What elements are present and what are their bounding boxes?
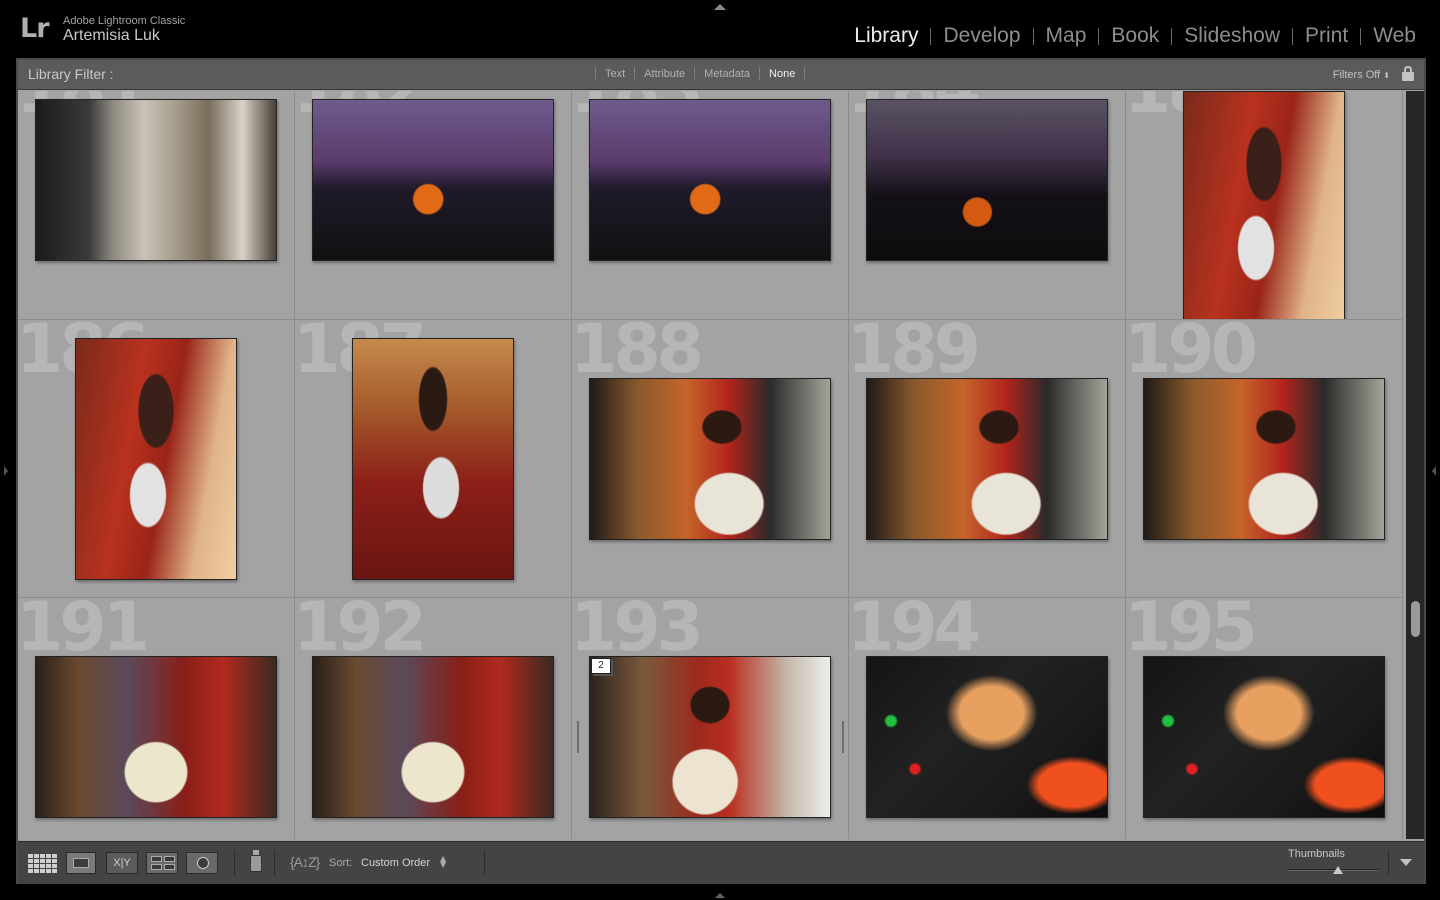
photo-thumbnail[interactable]: [35, 656, 277, 818]
grid-cell[interactable]: 193 2: [572, 598, 849, 839]
sort-direction-icon[interactable]: {A↕Z}: [290, 854, 320, 870]
library-main-panel: Library Filter : Text Attribute Metadata…: [16, 58, 1426, 884]
grid-cell[interactable]: 181: [18, 91, 295, 320]
app-name: Adobe Lightroom Classic: [63, 15, 186, 27]
photo-thumbnail[interactable]: [866, 99, 1108, 261]
chevron-updown-icon: ⬍: [1383, 71, 1390, 80]
grid-cell[interactable]: 185: [1126, 91, 1403, 320]
filter-separator: [804, 67, 806, 80]
toolbar-separator: [274, 850, 275, 876]
photo-thumbnail[interactable]: [35, 99, 277, 261]
grid-view-icon[interactable]: [28, 852, 58, 874]
stack-collapse-handle[interactable]: [577, 721, 579, 753]
grid-cell[interactable]: 188: [572, 320, 849, 598]
cell-index-number: 188: [572, 320, 704, 389]
sort-label: Sort:: [329, 857, 353, 869]
grid-cell[interactable]: 186: [18, 320, 295, 598]
lightroom-logo: Lr: [20, 13, 50, 44]
thumbnails-size-label: Thumbnails: [1288, 848, 1345, 860]
grid-cell[interactable]: 189: [849, 320, 1126, 598]
filter-presets-dropdown[interactable]: Filters Off ⬍: [1333, 69, 1390, 81]
grid-cell[interactable]: 192: [295, 598, 572, 839]
photo-thumbnail[interactable]: [1143, 656, 1385, 818]
library-filter-label: Library Filter :: [28, 66, 114, 82]
scrollbar-thumb[interactable]: [1411, 601, 1420, 637]
photo-thumbnail[interactable]: [312, 656, 554, 818]
grid-cell[interactable]: 190: [1126, 320, 1403, 598]
people-view-icon[interactable]: [186, 852, 218, 874]
filter-tabs: Text Attribute Metadata None: [595, 67, 806, 80]
filter-tab-none[interactable]: None: [760, 68, 804, 80]
toolbar-separator: [234, 850, 235, 876]
toolbar-separator: [484, 850, 485, 876]
cell-index-number: 195: [1126, 598, 1258, 667]
photo-thumbnail[interactable]: [866, 378, 1108, 540]
photo-thumbnail[interactable]: [1143, 378, 1385, 540]
grid-scrollbar[interactable]: [1406, 91, 1424, 839]
loupe-view-icon[interactable]: [66, 852, 96, 874]
cell-index-number: 191: [18, 598, 150, 667]
lightroom-window: Lr Adobe Lightroom Classic Artemisia Luk…: [0, 0, 1440, 900]
photo-thumbnail[interactable]: [1183, 91, 1345, 319]
left-panel-toggle-icon[interactable]: [4, 466, 8, 476]
thumbnail-size-slider-knob[interactable]: [1332, 866, 1343, 874]
library-toolbar: X|Y {A↕Z} Sort: Custom Order ▲ ▼ Thumbnai…: [18, 841, 1424, 884]
grid-cell[interactable]: 183: [572, 91, 849, 320]
toolbar-separator: [1388, 850, 1389, 876]
photo-thumbnail[interactable]: [589, 378, 831, 540]
module-library[interactable]: Library: [842, 24, 930, 48]
thumbnail-grid: 181182183184185 186187188 189 190 191 192 1932…: [18, 91, 1404, 839]
photo-thumbnail[interactable]: [589, 656, 831, 818]
grid-cell[interactable]: 182: [295, 91, 572, 320]
grid-cell[interactable]: 194: [849, 598, 1126, 839]
photo-thumbnail[interactable]: [589, 99, 831, 261]
right-panel-toggle-icon[interactable]: [1432, 466, 1436, 476]
cell-index-number: 189: [849, 320, 981, 389]
module-book[interactable]: Book: [1099, 24, 1171, 48]
sort-order-dropdown[interactable]: Custom Order: [361, 857, 430, 869]
cell-index-number: 194: [849, 598, 981, 667]
photo-thumbnail[interactable]: [352, 338, 514, 580]
compare-view-icon[interactable]: X|Y: [106, 852, 138, 874]
module-slideshow[interactable]: Slideshow: [1172, 24, 1292, 48]
cell-index-number: 192: [295, 598, 427, 667]
module-picker: Library Develop Map Book Slideshow Print…: [842, 24, 1428, 48]
filter-tab-text[interactable]: Text: [596, 68, 634, 80]
module-print[interactable]: Print: [1293, 24, 1360, 48]
painter-spray-can-icon[interactable]: [250, 850, 262, 874]
photo-thumbnail[interactable]: [75, 338, 237, 580]
grid-cell[interactable]: 184: [849, 91, 1126, 320]
module-map[interactable]: Map: [1034, 24, 1099, 48]
photo-thumbnail[interactable]: [312, 99, 554, 261]
toolbar-content-menu-icon[interactable]: [1400, 859, 1412, 866]
stack-collapse-handle[interactable]: [842, 721, 844, 753]
module-web[interactable]: Web: [1361, 24, 1428, 48]
chevron-updown-icon[interactable]: ▲ ▼: [440, 855, 446, 869]
grid-cell[interactable]: 195: [1126, 598, 1403, 839]
module-develop[interactable]: Develop: [931, 24, 1032, 48]
identity-plate-name: Artemisia Luk: [63, 27, 160, 44]
bottom-panel-toggle-icon[interactable]: [715, 893, 725, 898]
grid-cell[interactable]: 187: [295, 320, 572, 598]
photo-thumbnail[interactable]: [866, 656, 1108, 818]
stack-count-badge[interactable]: 2: [591, 658, 611, 674]
library-filter-bar: Library Filter : Text Attribute Metadata…: [18, 60, 1424, 90]
cell-index-number: 190: [1126, 320, 1258, 389]
top-panel-toggle-icon[interactable]: [714, 4, 726, 10]
filter-tab-attribute[interactable]: Attribute: [635, 68, 694, 80]
lock-icon[interactable]: [1402, 66, 1414, 81]
filter-tab-metadata[interactable]: Metadata: [695, 68, 759, 80]
survey-view-icon[interactable]: [146, 852, 178, 874]
cell-index-number: 193: [572, 598, 704, 667]
grid-cell[interactable]: 191: [18, 598, 295, 839]
filter-presets-value: Filters Off: [1332, 69, 1381, 81]
